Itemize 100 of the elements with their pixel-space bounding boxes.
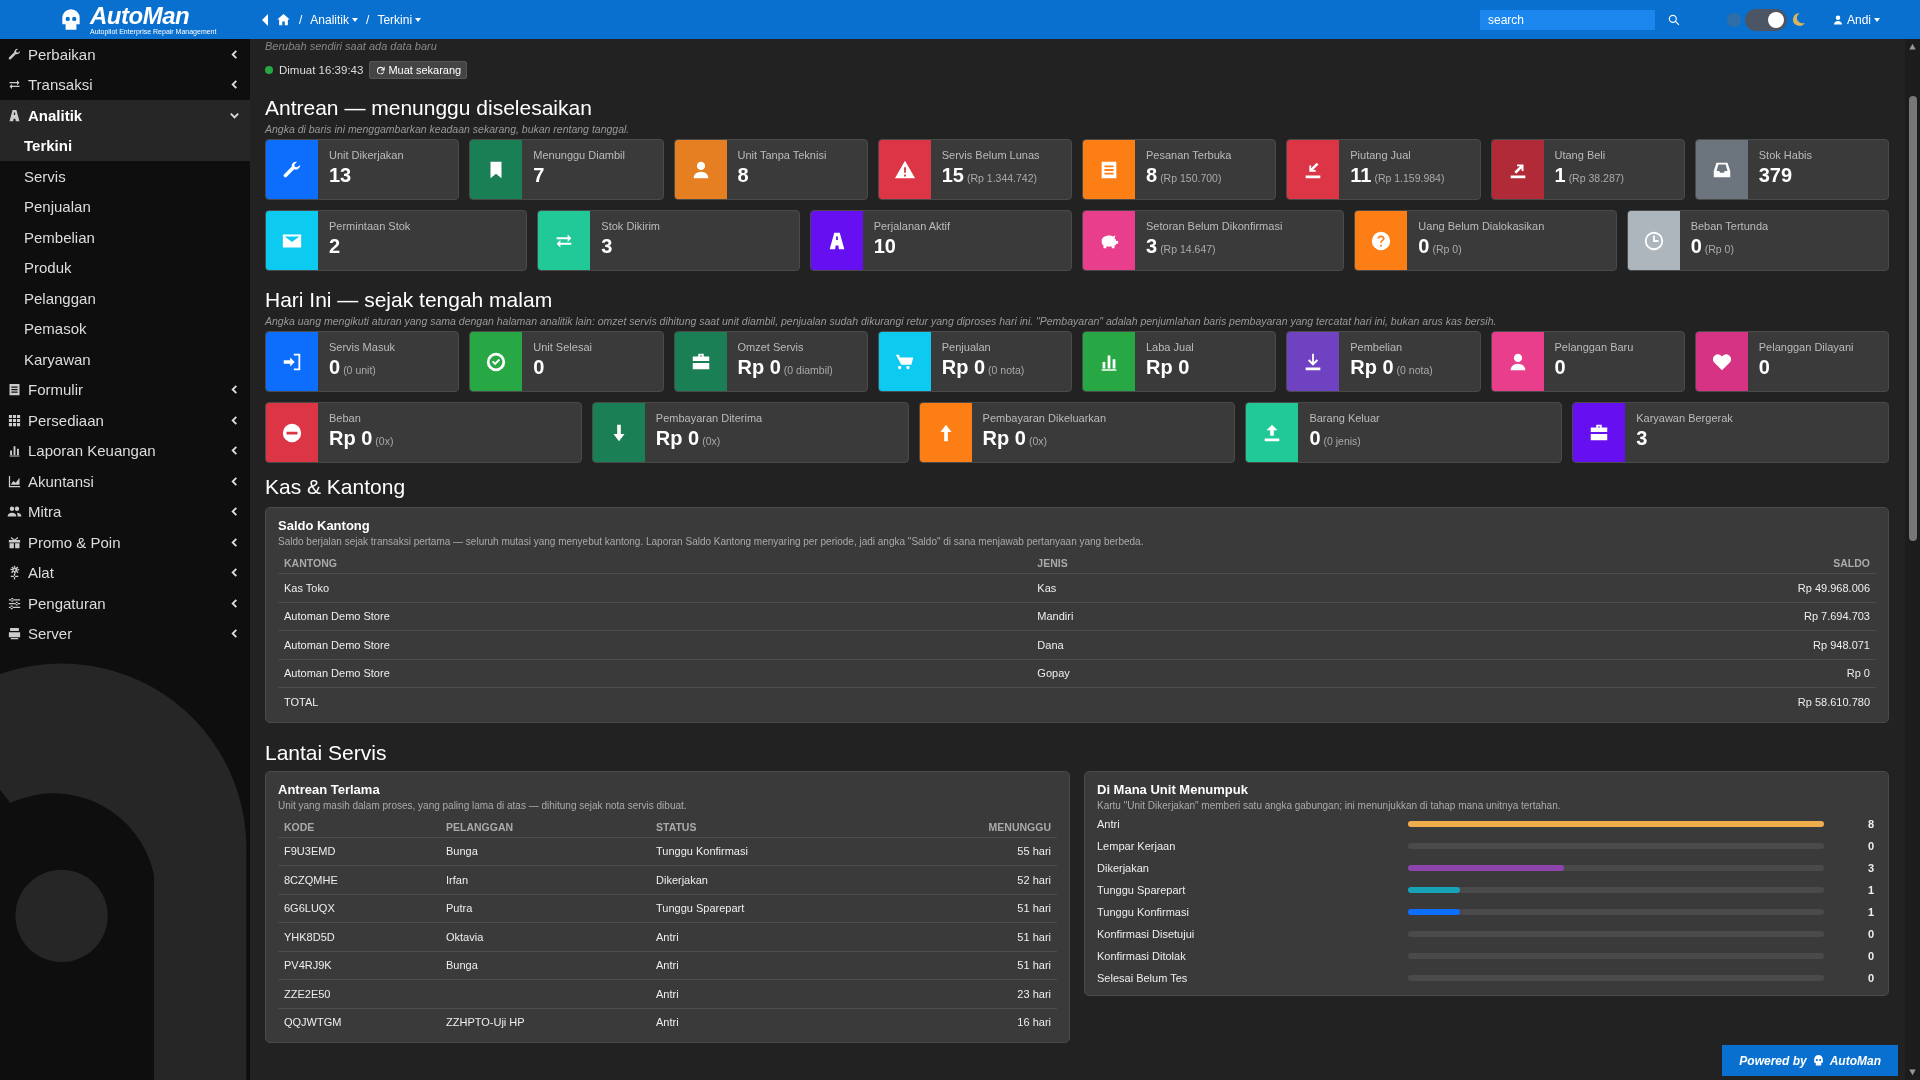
section-heading: Kas & Kantong [265, 475, 407, 499]
table-cell-text: 52 hari [1016, 873, 1051, 886]
card-label: Pelanggan Baru [1554, 341, 1634, 353]
card-subvalue: (Rp 150.700) [1160, 172, 1222, 184]
card-value: 0 [1758, 356, 1770, 379]
scroll-up-icon[interactable] [1908, 43, 1917, 51]
table-cell-text: ZZHPTO-Uji HP [446, 1016, 526, 1029]
card-label: Omzet Servis [737, 341, 805, 353]
sidebar-subitem[interactable]: Servis [0, 161, 250, 192]
section-note: Angka di baris ini menggambarkan keadaan sekarang, bukan rentang tanggal. [265, 123, 631, 135]
card-label: Stok Dikirim [601, 220, 660, 232]
card-value: 0 [1418, 235, 1430, 258]
sidebar-item[interactable]: Alat [0, 557, 250, 588]
table-cell-text: TOTAL [284, 695, 320, 708]
table-cell-text: Automan Demo Store [284, 638, 391, 651]
sidebar-item[interactable]: Perbaikan [0, 39, 250, 70]
stage-count: 1 [1866, 905, 1875, 918]
sidebar-subitem[interactable]: Pembelian [0, 222, 250, 253]
table-cell-text: 55 hari [1016, 845, 1051, 858]
table-cell-text: Antri [656, 987, 680, 1000]
users-icon [7, 504, 22, 520]
table-cell-text: Rp 0 [1845, 667, 1870, 680]
stage-count: 3 [1866, 861, 1875, 874]
card-value: 13 [329, 164, 352, 187]
table-cell-text: Dikerjakan [656, 873, 709, 886]
stage-label: Dikerjakan [1097, 861, 1150, 874]
table-cell-text: QQJWTGM [284, 1016, 343, 1029]
section-note: Angka uang mengikuti aturan yang sama dengan halaman analitik lain: omzet servis dihitung saat unit diambil, penjualan sudah dikurangi retur yang diproses hari ini. "Pembayaran" adalah penjumlahan baris pembayaran yang tercatat hari ini, bukan arus kas bersih. [265, 315, 1498, 327]
sidebar-subitem[interactable]: Penjualan [0, 191, 250, 222]
search-icon[interactable] [1666, 12, 1681, 27]
column-header: PELANGGAN [446, 820, 515, 833]
column-header: KODE [284, 820, 316, 833]
table-cell-text: 6G6LUQX [284, 902, 336, 915]
card-label: Karyawan Bergerak [1636, 412, 1733, 424]
table-cell-text: Bunga [446, 959, 479, 972]
search-field[interactable]: search [1479, 9, 1655, 30]
sidebar-item[interactable]: Laporan Keuangan [0, 435, 250, 466]
scrollbar-thumb[interactable] [1908, 96, 1917, 541]
area-chart-icon [7, 473, 22, 489]
card-subvalue: (0 nota) [988, 364, 1025, 376]
column-header: SALDO [1832, 557, 1870, 569]
powered-by-badge[interactable]: Powered by AutoMan [1722, 1045, 1898, 1076]
wrench-icon [7, 46, 22, 62]
scrollbar[interactable] [1905, 39, 1920, 1080]
home-icon[interactable] [276, 12, 291, 27]
chevron-left-icon [229, 384, 240, 396]
card-value: 379 [1758, 164, 1793, 187]
user-menu[interactable]: Andi [1831, 12, 1880, 27]
sidebar-subitem[interactable]: Produk [0, 252, 250, 283]
table-cell-text: Kas [1037, 581, 1058, 594]
card-value: Rp 0 [655, 427, 700, 450]
panel-title: Antrean Terlama [278, 781, 381, 797]
card-value: 11 [1350, 164, 1372, 187]
card-value: 8 [1146, 164, 1158, 187]
table-cell-text: Mandiri [1037, 610, 1075, 623]
table-cell-text: Putra [446, 902, 474, 915]
sun-icon [1726, 12, 1741, 27]
card-value: 0 [1554, 356, 1566, 379]
section-heading: Lantai Servis [265, 740, 388, 765]
stage-count: 0 [1866, 927, 1875, 940]
powered-by-label: Powered by [1739, 1053, 1807, 1068]
scroll-down-icon[interactable] [1908, 1068, 1917, 1076]
card-label: Stok Habis [1758, 149, 1812, 161]
card-value: Rp 0 [329, 427, 373, 450]
sidebar-item[interactable]: Promo & Poin [0, 527, 250, 558]
sidebar-item[interactable]: Pengaturan [0, 588, 250, 619]
sidebar-subitem[interactable]: Karyawan [0, 344, 250, 375]
theme-toggle[interactable] [1744, 8, 1787, 31]
card-subvalue: (Rp 1.344.742) [967, 172, 1038, 184]
sidebar-item[interactable]: Mitra [0, 496, 250, 527]
card-value: 3 [1146, 235, 1158, 258]
server-icon [7, 626, 22, 642]
chevron-left-icon [229, 567, 240, 579]
sidebar-subitem[interactable]: Terkini [0, 130, 250, 161]
stage-label: Tunggu Sparepart [1097, 883, 1187, 896]
card-label: Pembayaran Diterima [655, 412, 763, 424]
breadcrumb-link[interactable]: Terkini [377, 12, 422, 27]
card-value: Rp 0 [1146, 356, 1190, 379]
sidebar-item[interactable]: Akuntansi [0, 466, 250, 497]
sidebar-item[interactable]: Analitik [0, 100, 250, 131]
sidebar-subitem[interactable]: Pemasok [0, 313, 250, 344]
reload-button[interactable]: Muat sekarang [369, 61, 468, 79]
sidebar-subitem[interactable]: Pelanggan [0, 283, 250, 314]
chevron-left-icon [229, 597, 240, 609]
card-subvalue: (Rp 0) [1704, 243, 1734, 255]
sidebar-item[interactable]: Formulir [0, 374, 250, 405]
sidebar-item[interactable]: Persediaan [0, 405, 250, 436]
card-label: Unit Tanpa Teknisi [737, 149, 827, 161]
breadcrumb-link[interactable]: Analitik [310, 12, 359, 27]
gift-icon [7, 534, 22, 550]
card-label: Uang Belum Dialokasikan [1418, 220, 1545, 232]
table-cell-text: Irfan [446, 873, 469, 886]
sidebar-item[interactable]: Server [0, 618, 250, 649]
sidebar-item[interactable]: Transaksi [0, 69, 250, 100]
caret-icon [415, 17, 422, 22]
card-label: Barang Keluar [1309, 412, 1380, 424]
back-caret-icon[interactable] [262, 13, 268, 26]
table-cell-text: Oktavia [446, 930, 485, 943]
card-value: Rp 0 [982, 427, 1026, 450]
stage-label: Konfirmasi Disetujui [1097, 927, 1196, 940]
